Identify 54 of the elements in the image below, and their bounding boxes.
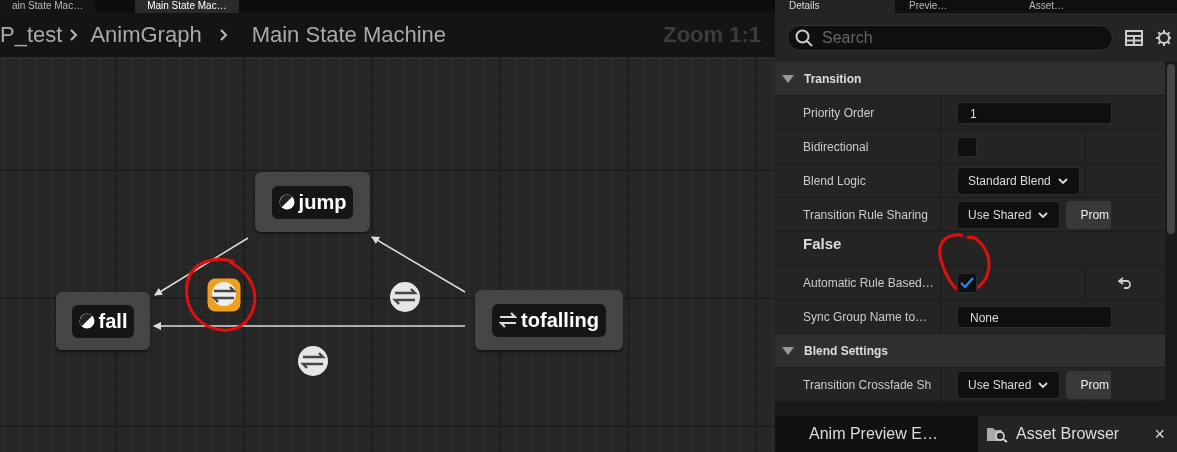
half-circle-icon <box>278 194 295 210</box>
transition-icon[interactable] <box>296 344 330 378</box>
input-field[interactable]: 1 <box>957 101 1112 124</box>
node-label: jump <box>298 190 347 214</box>
panel-tab[interactable]: Details <box>775 0 895 13</box>
transition-icon[interactable] <box>388 280 422 314</box>
chevron-icon <box>68 28 79 42</box>
property-label: Sync Group Name to… <box>803 309 928 324</box>
state-node[interactable]: jump <box>255 172 370 232</box>
breadcrumb-link[interactable]: AnimGraph <box>90 22 202 48</box>
checkmark-icon <box>960 276 974 289</box>
search-field[interactable]: Search <box>787 24 1113 51</box>
node-label: tofalling <box>521 308 599 332</box>
chevron-icon <box>217 28 228 42</box>
close-button[interactable]: × <box>1154 423 1165 445</box>
category-title: Transition <box>804 71 862 86</box>
promote-button[interactable]: Prom <box>1066 200 1112 229</box>
search-icon <box>795 28 813 47</box>
property-label: Transition Rule Sharing <box>803 207 928 222</box>
breadcrumb-link[interactable]: P_test <box>0 22 63 48</box>
settings-icon <box>1155 28 1171 47</box>
breadcrumb-link[interactable]: Main State Machine <box>251 22 447 48</box>
dropdown[interactable]: Use Shared <box>957 200 1061 229</box>
scrollbar[interactable] <box>1167 64 1175 234</box>
property-label: Bidirectional <box>803 139 869 154</box>
category-header[interactable]: Blend Settings <box>775 334 1165 368</box>
panel-tab[interactable]: Asset… <box>1015 0 1135 13</box>
category-header[interactable]: Transition <box>775 62 1165 96</box>
editor-tab[interactable]: ain State Mac… <box>0 0 96 13</box>
transition-icon[interactable] <box>207 278 241 312</box>
triangle-icon <box>782 74 794 83</box>
half-circle-icon <box>78 313 95 329</box>
checkbox[interactable] <box>957 136 977 157</box>
dropdown[interactable]: Standard Blend <box>957 166 1080 195</box>
table-icon <box>1125 29 1143 46</box>
category-title: Blend Settings <box>804 343 888 358</box>
editor-tab[interactable]: Main State Mac… <box>135 0 239 13</box>
node-label: fall <box>98 309 128 333</box>
property-label: Automatic Rule Based… <box>803 275 934 290</box>
property-label: Blend Logic <box>803 173 866 188</box>
dropdown[interactable]: Use Shared <box>957 370 1061 399</box>
state-node[interactable]: tofalling <box>475 290 623 350</box>
triangle-icon <box>782 346 794 355</box>
panel-tab[interactable]: Previe… <box>895 0 1015 13</box>
input-field[interactable]: None <box>957 305 1112 328</box>
state-node[interactable]: fall <box>56 292 150 350</box>
value-text: False <box>803 235 842 252</box>
property-label: Transition Crossfade Sh <box>803 377 932 392</box>
panel-tab[interactable]: Asset Browser × <box>978 416 1177 452</box>
promote-button[interactable]: Prom <box>1066 370 1112 399</box>
panel-tab[interactable]: Anim Preview E… <box>775 416 978 452</box>
checkbox[interactable] <box>957 272 977 293</box>
folder-search-icon <box>986 425 1008 443</box>
property-label: Priority Order <box>803 105 875 120</box>
